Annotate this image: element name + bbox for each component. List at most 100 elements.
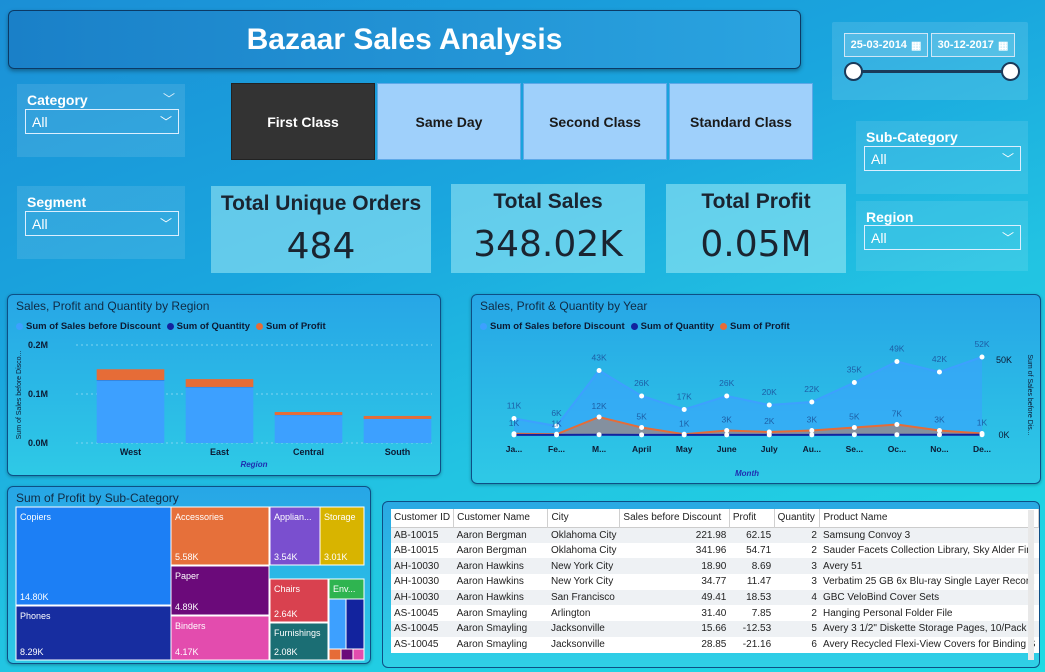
sub-category-dropdown[interactable]: All ﹀ [864,146,1021,171]
ship-mode-same-day-button[interactable]: Same Day [377,83,521,160]
category-dropdown[interactable]: All ﹀ [25,109,179,134]
region-value: All [871,229,887,246]
table-row[interactable]: AH-10030 Aaron Hawkins New York City 34.77 1… [391,574,1039,590]
ship-mode-second-class-button[interactable]: Second Class [523,83,667,160]
chevron-down-icon[interactable]: ﹀ [163,90,175,107]
column-header[interactable]: City [547,509,621,527]
treemap-cell-value: 4.17K [175,647,199,657]
treemap-cell-value: 2.08K [274,647,298,657]
table-cell: Jacksonville [550,639,605,651]
point-quantity [681,432,687,438]
table-scrollbar[interactable] [1028,510,1034,660]
ship-mode-standard-class-button[interactable]: Standard Class [669,83,813,160]
column-header[interactable]: Quantity [774,509,821,527]
bar-west-profit [96,369,165,381]
column-header[interactable]: Customer Name [453,509,549,527]
x-axis-label: Region [240,460,267,469]
column-header[interactable]: Product Name [819,509,1039,527]
treemap-cell-label: Binders [175,621,206,631]
x-tick-label: M... [592,444,606,454]
table-cell: 221.98 [619,527,730,543]
profit-treemap[interactable]: Copiers 14.80K Phones 8.29K Accessories 5.58K… [8,487,372,665]
kpi-total-sales: Total Sales 348.02K [451,184,645,273]
table-row[interactable]: AS-10045 Aaron Smayling Jacksonville 15.66-… [391,621,1039,637]
table-row[interactable]: AS-10045 Aaron Smayling Arlington 31.40 7.85… [391,605,1039,621]
category-slicer: Category ﹀ All ﹀ [17,84,185,157]
date-slider-end-handle[interactable] [1001,62,1020,81]
point-quantity [809,432,815,438]
point-sales [809,399,815,405]
data-label-sales: 49K [889,344,904,354]
table-row[interactable]: AS-10045 Aaron Smayling Jacksonville 28.85 -… [391,637,1039,653]
table-cell: 49.41 [619,589,730,606]
ship-mode-label: First Class [267,113,339,130]
sub-category-slicer: Sub-Category All ﹀ [856,121,1028,194]
bar-south-profit [363,415,432,419]
treemap-small-cell [328,648,342,661]
table-cell: Oklahoma City [550,545,617,557]
data-label-profit: 1K [551,418,562,428]
bar-central-sales [274,415,343,443]
table-cell: 62.15 [729,527,775,543]
column-header[interactable]: Sales before Discount [619,509,730,527]
table-cell: AS-10045 [394,639,439,651]
ship-mode-label: Second Class [549,113,641,130]
x-tick-label: April [632,444,651,454]
treemap-small-cell [328,598,347,650]
data-label-sales: 26K [719,378,734,388]
ship-mode-first-class-button[interactable]: First Class [231,83,375,160]
x-tick-label: Ja... [506,444,523,454]
point-profit [639,425,645,430]
treemap-cell-label: Storage [324,512,356,522]
table-cell: Aaron Hawkins [453,589,548,606]
table-cell: Aaron Hawkins [453,558,548,575]
x-tick-label: South [385,447,411,457]
data-label-profit: 3K [934,415,945,425]
point-quantity [979,432,985,438]
table-cell: 34.77 [701,576,727,588]
region-dropdown[interactable]: All ﹀ [864,225,1021,250]
data-label-profit: 3K [722,415,733,425]
point-profit [894,422,900,427]
calendar-icon: ▦ [910,39,922,52]
treemap-cell-value: 3.54K [274,552,298,562]
table-cell: -12.53 [729,621,775,637]
table-cell: 6 [811,639,817,651]
point-sales [851,380,857,385]
year-area-chart[interactable]: 0K 50K Sum of Sales before Dis... 11K 6K 43K 2… [472,295,1042,485]
x-tick-label: Fe... [548,444,565,454]
y-tick-label: 0K [998,430,1009,440]
bar-central-profit [274,412,343,415]
x-tick-label: Au... [803,444,821,454]
point-profit [851,425,857,430]
table-cell: AB-10015 [394,545,439,557]
x-tick-label: Central [293,447,324,457]
treemap-cell-label: Furnishings [274,628,321,638]
data-label-sales: 11K [507,401,522,411]
start-date-input[interactable]: 25-03-2014 ▦ [844,33,928,57]
table-cell: Verbatim 25 GB 6x Blu-ray Single Layer R… [822,576,1035,588]
table-row[interactable]: AH-10030 Aaron Hawkins New York City 18.90 8… [391,558,1039,575]
date-slider-start-handle[interactable] [844,62,863,81]
bar-south-sales [363,418,432,443]
category-value: All [32,113,48,130]
table-row[interactable]: AB-10015 Aaron Bergman Oklahoma City 341.96… [391,543,1039,559]
table-cell: 2 [811,607,817,619]
treemap-cell-value: 3.01K [324,552,348,562]
table-header-row: Customer ID Customer Name City Sales before… [391,509,1039,527]
table-row[interactable]: AH-10030 Aaron Hawkins San Francisco 49.41 1… [391,589,1039,606]
region-bar-chart[interactable]: 0.0M 0.1M 0.2M Sum of Sales before Disco...… [8,295,442,477]
column-header[interactable]: Profit [729,509,775,527]
end-date-input[interactable]: 30-12-2017 ▦ [931,33,1015,57]
data-label-profit: 2K [764,416,775,426]
treemap-cell-value: 14.80K [20,592,49,602]
x-tick-label: Oc... [888,444,906,454]
point-sales [979,354,985,360]
treemap-cell-value: 4.89K [175,602,199,612]
data-label-profit: 1K [509,418,520,428]
table-row[interactable]: AB-10015 Aaron Bergman Oklahoma City 221.98… [391,527,1039,543]
segment-dropdown[interactable]: All ﹀ [25,211,179,236]
column-header[interactable]: Customer ID [391,509,455,527]
table-cell: Jacksonville [547,621,620,637]
chevron-down-icon: ﹀ [1001,152,1014,166]
